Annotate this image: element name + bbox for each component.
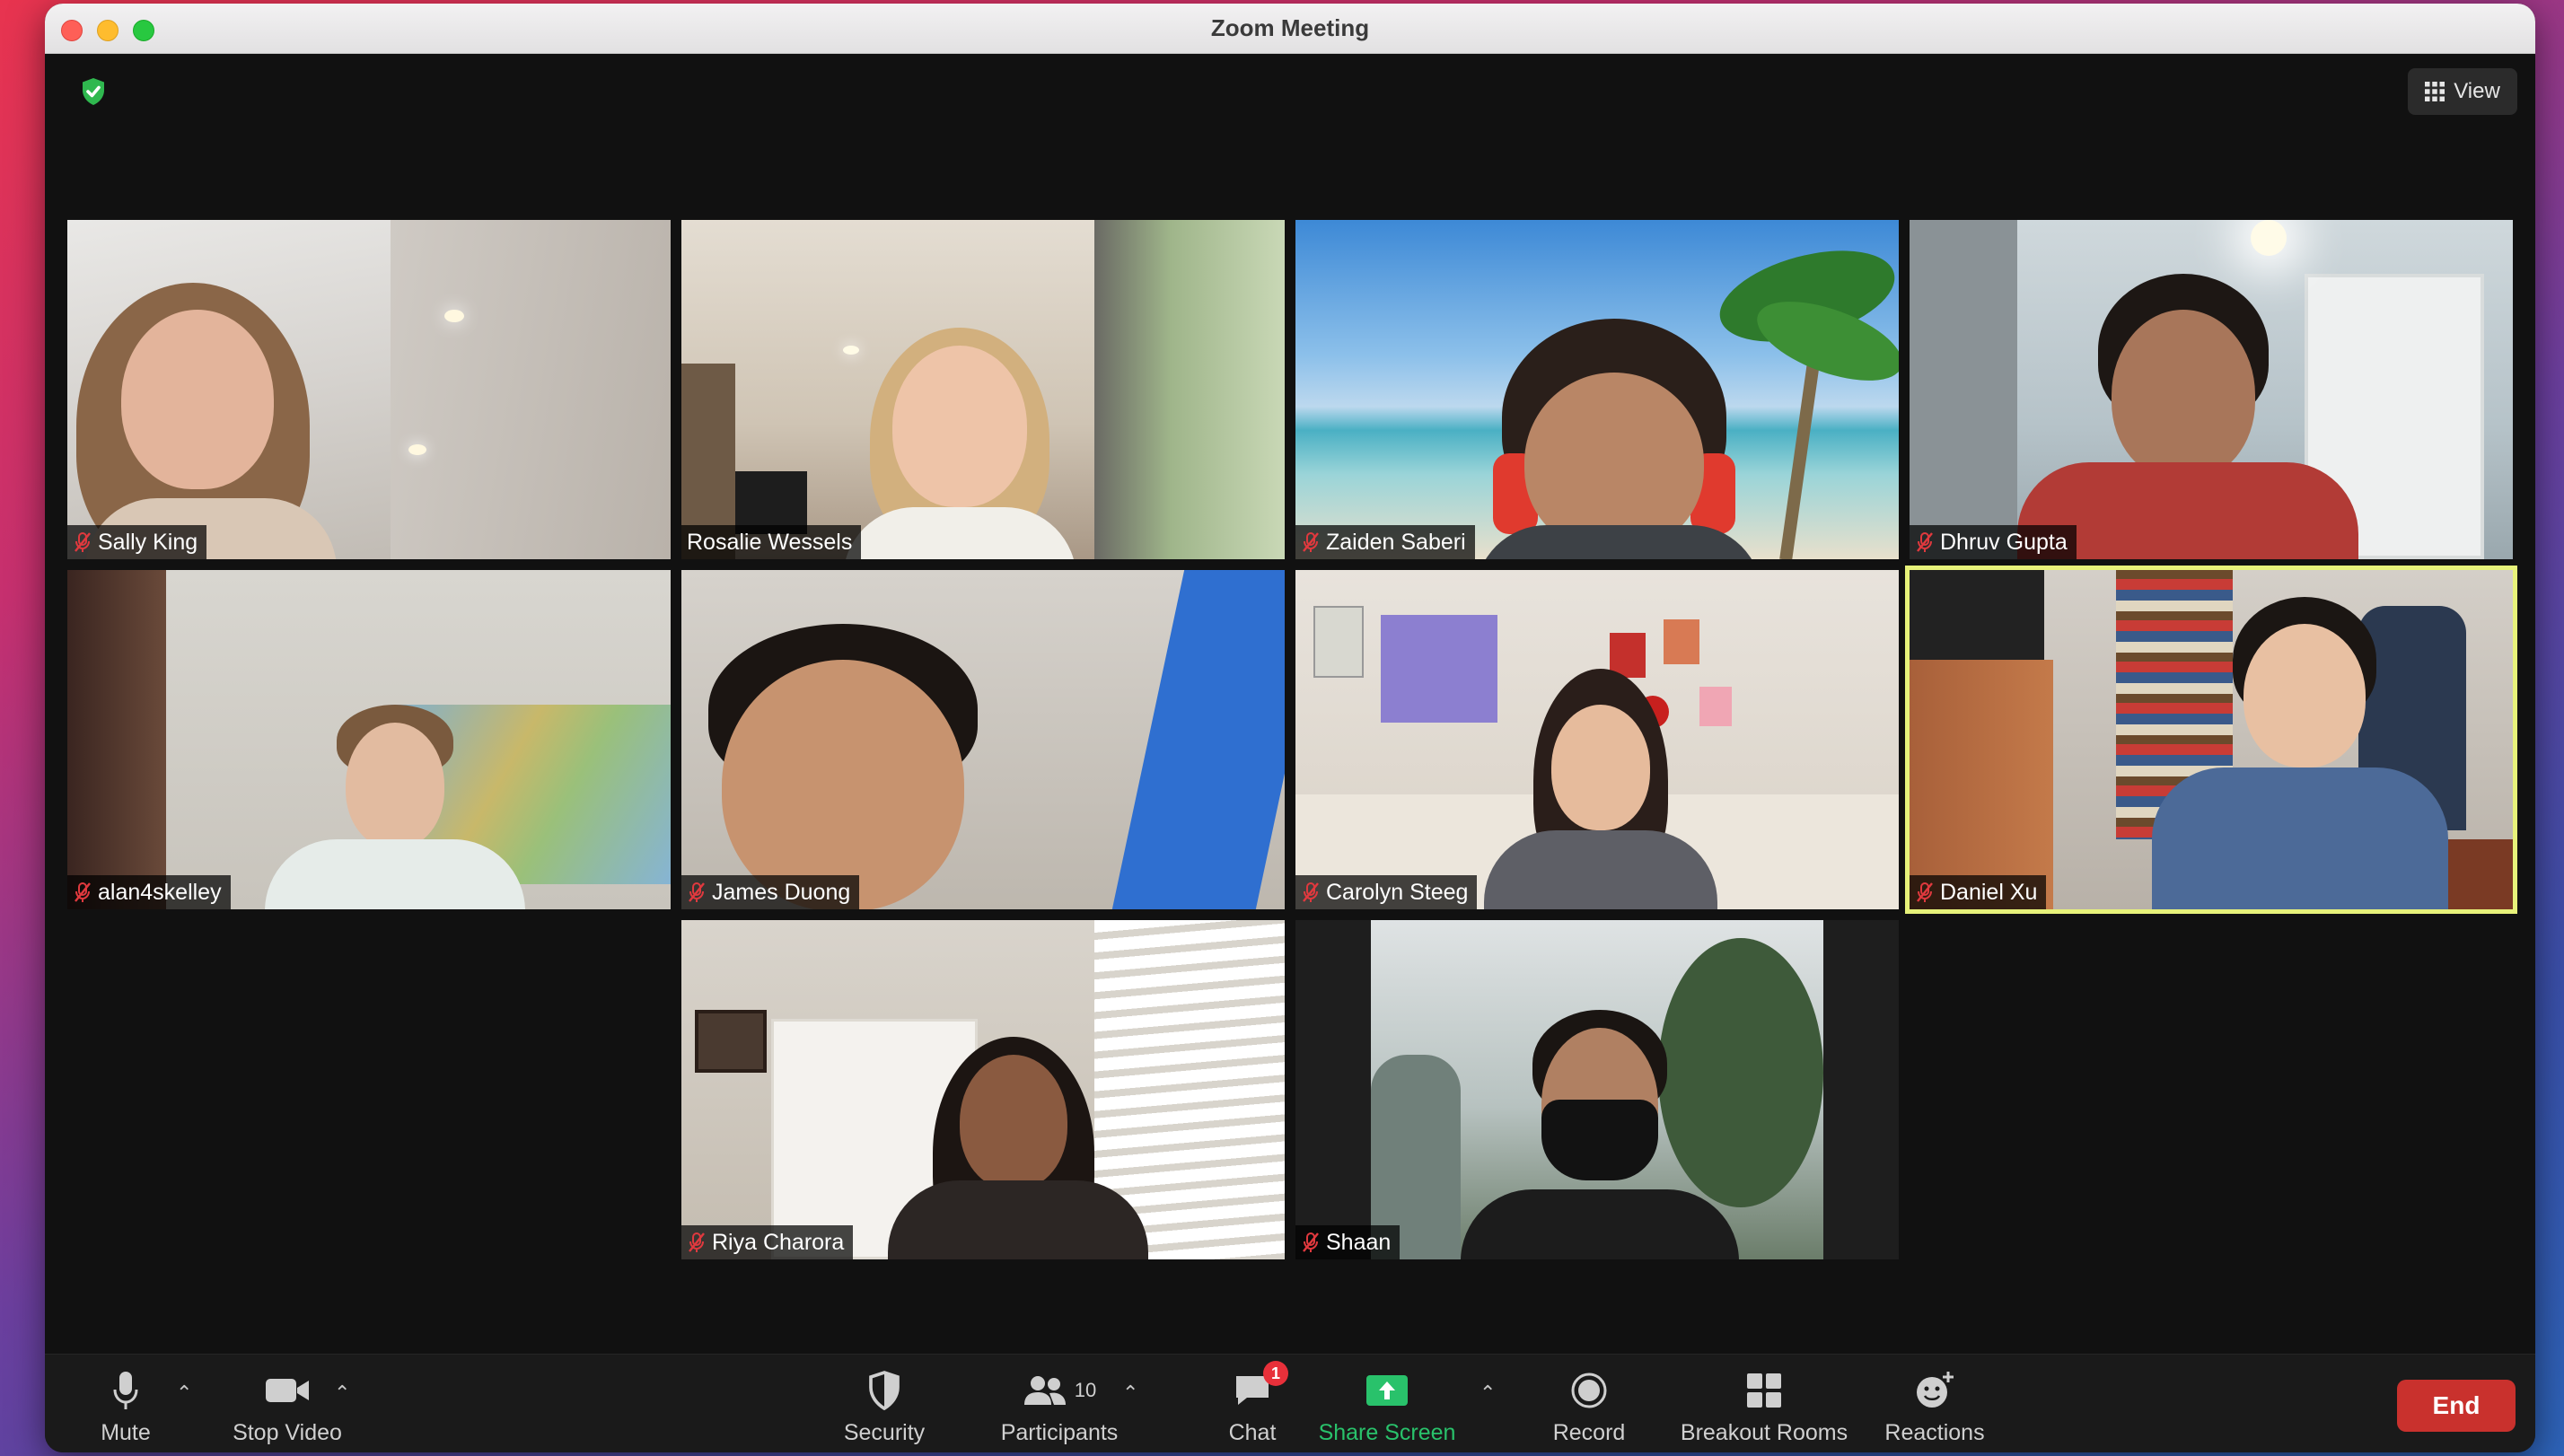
video-tile-alan4skelley[interactable]: alan4skelley xyxy=(67,570,671,909)
video-feed xyxy=(681,920,1285,1259)
video-feed xyxy=(1371,920,1823,1259)
participant-name-tag: Zaiden Saberi xyxy=(1295,525,1475,559)
muted-mic-icon xyxy=(1303,882,1319,902)
muted-mic-icon xyxy=(1303,532,1319,552)
end-meeting-button[interactable]: End xyxy=(2397,1380,2516,1432)
video-tile-riya-charora[interactable]: Riya Charora xyxy=(681,920,1285,1259)
participant-name-tag: alan4skelley xyxy=(67,875,231,909)
participant-name: Carolyn Steeg xyxy=(1326,879,1469,905)
video-tile-dhruv-gupta[interactable]: Dhruv Gupta xyxy=(1910,220,2513,559)
reactions-button[interactable]: Reactions xyxy=(1876,1364,1993,1446)
share-screen-button[interactable]: Share Screen xyxy=(1311,1364,1463,1446)
participants-options-chevron-icon[interactable]: ⌃ xyxy=(1122,1381,1138,1405)
share-screen-label: Share Screen xyxy=(1318,1420,1456,1445)
video-feed xyxy=(681,570,1285,909)
muted-mic-icon xyxy=(75,882,91,902)
chat-label: Chat xyxy=(1228,1420,1277,1445)
participant-name: Shaan xyxy=(1326,1229,1392,1255)
video-feed xyxy=(1910,570,2513,909)
video-options-chevron-icon[interactable]: ⌃ xyxy=(334,1381,350,1405)
view-label: View xyxy=(2454,79,2500,103)
chat-unread-badge: 1 xyxy=(1263,1361,1288,1386)
video-tile-carolyn-steeg[interactable]: Carolyn Steeg xyxy=(1295,570,1899,909)
security-button[interactable]: Security xyxy=(826,1364,943,1446)
participant-name: Daniel Xu xyxy=(1940,879,2038,905)
share-screen-icon xyxy=(1366,1375,1408,1406)
breakout-rooms-label: Breakout Rooms xyxy=(1680,1420,1848,1445)
chat-button[interactable]: 1 Chat xyxy=(1212,1361,1293,1446)
mute-label: Mute xyxy=(101,1420,151,1445)
video-tile-shaan[interactable]: Shaan xyxy=(1295,920,1899,1259)
participant-name: Zaiden Saberi xyxy=(1326,529,1466,555)
muted-mic-icon xyxy=(1303,1232,1319,1252)
participant-name-tag: Sally King xyxy=(67,525,207,559)
record-label: Record xyxy=(1552,1420,1626,1445)
minimize-window-button[interactable] xyxy=(97,20,119,41)
participant-name-tag: James Duong xyxy=(681,875,860,909)
record-icon xyxy=(1571,1373,1607,1408)
share-options-chevron-icon[interactable]: ⌃ xyxy=(1480,1381,1496,1405)
close-window-button[interactable] xyxy=(61,20,83,41)
participant-name: Riya Charora xyxy=(712,1229,845,1255)
maximize-window-button[interactable] xyxy=(133,20,154,41)
video-tile-daniel-xu[interactable]: Daniel Xu xyxy=(1905,566,2517,914)
participant-name: James Duong xyxy=(712,879,851,905)
video-feed xyxy=(67,570,671,909)
meeting-toolbar: Mute ⌃ Stop Video ⌃ Security 10 Particip… xyxy=(45,1354,2535,1452)
window-controls xyxy=(61,20,154,41)
audio-options-chevron-icon[interactable]: ⌃ xyxy=(176,1381,192,1405)
participant-name-tag: Shaan xyxy=(1295,1225,1401,1259)
muted-mic-icon xyxy=(1917,532,1933,552)
participants-button[interactable]: 10 Participants xyxy=(979,1364,1140,1446)
video-tile-zaiden-saberi[interactable]: Zaiden Saberi xyxy=(1295,220,1899,559)
muted-mic-icon xyxy=(1917,882,1933,902)
stop-video-label: Stop Video xyxy=(233,1420,342,1445)
video-feed xyxy=(67,220,671,559)
security-label: Security xyxy=(843,1420,926,1445)
participants-label: Participants xyxy=(1000,1420,1119,1445)
participant-name-tag: Carolyn Steeg xyxy=(1295,875,1478,909)
muted-mic-icon xyxy=(689,1232,705,1252)
shield-check-icon[interactable] xyxy=(77,75,110,108)
participants-count: 10 xyxy=(1074,1379,1097,1401)
video-tile-rosalie-wessels[interactable]: Rosalie Wessels xyxy=(681,220,1285,559)
muted-mic-icon xyxy=(689,882,705,902)
record-button[interactable]: Record xyxy=(1535,1364,1643,1446)
breakout-rooms-button[interactable]: Breakout Rooms xyxy=(1679,1364,1849,1446)
video-feed xyxy=(681,220,1285,559)
reactions-label: Reactions xyxy=(1884,1420,1985,1445)
mute-button[interactable]: Mute xyxy=(81,1364,171,1446)
zoom-window: Zoom Meeting View Sally King Rosalie Wes… xyxy=(45,4,2535,1452)
video-feed xyxy=(1295,570,1899,909)
video-tile-james-duong[interactable]: James Duong xyxy=(681,570,1285,909)
participants-icon xyxy=(1023,1376,1066,1405)
participant-name: Dhruv Gupta xyxy=(1940,529,2068,555)
participant-name-tag: Dhruv Gupta xyxy=(1910,525,2077,559)
video-tile-sally-king[interactable]: Sally King xyxy=(67,220,671,559)
microphone-icon xyxy=(113,1372,138,1409)
participant-name: Rosalie Wessels xyxy=(687,529,853,555)
video-feed xyxy=(1295,220,1899,559)
smiley-add-icon xyxy=(1917,1372,1954,1408)
muted-mic-icon xyxy=(75,532,91,552)
video-feed xyxy=(1910,220,2513,559)
stop-video-button[interactable]: Stop Video xyxy=(224,1364,350,1446)
participant-name: Sally King xyxy=(98,529,198,555)
window-title: Zoom Meeting xyxy=(1210,14,1370,41)
participant-name: alan4skelley xyxy=(98,879,222,905)
participant-name-tag: Rosalie Wessels xyxy=(681,525,862,559)
grid-icon xyxy=(2425,82,2445,101)
shield-icon xyxy=(869,1371,900,1410)
participant-name-tag: Riya Charora xyxy=(681,1225,854,1259)
breakout-rooms-icon xyxy=(1747,1373,1781,1408)
video-camera-icon xyxy=(266,1379,309,1402)
view-button[interactable]: View xyxy=(2408,68,2517,115)
participant-name-tag: Daniel Xu xyxy=(1910,875,2047,909)
title-bar: Zoom Meeting xyxy=(45,4,2535,54)
